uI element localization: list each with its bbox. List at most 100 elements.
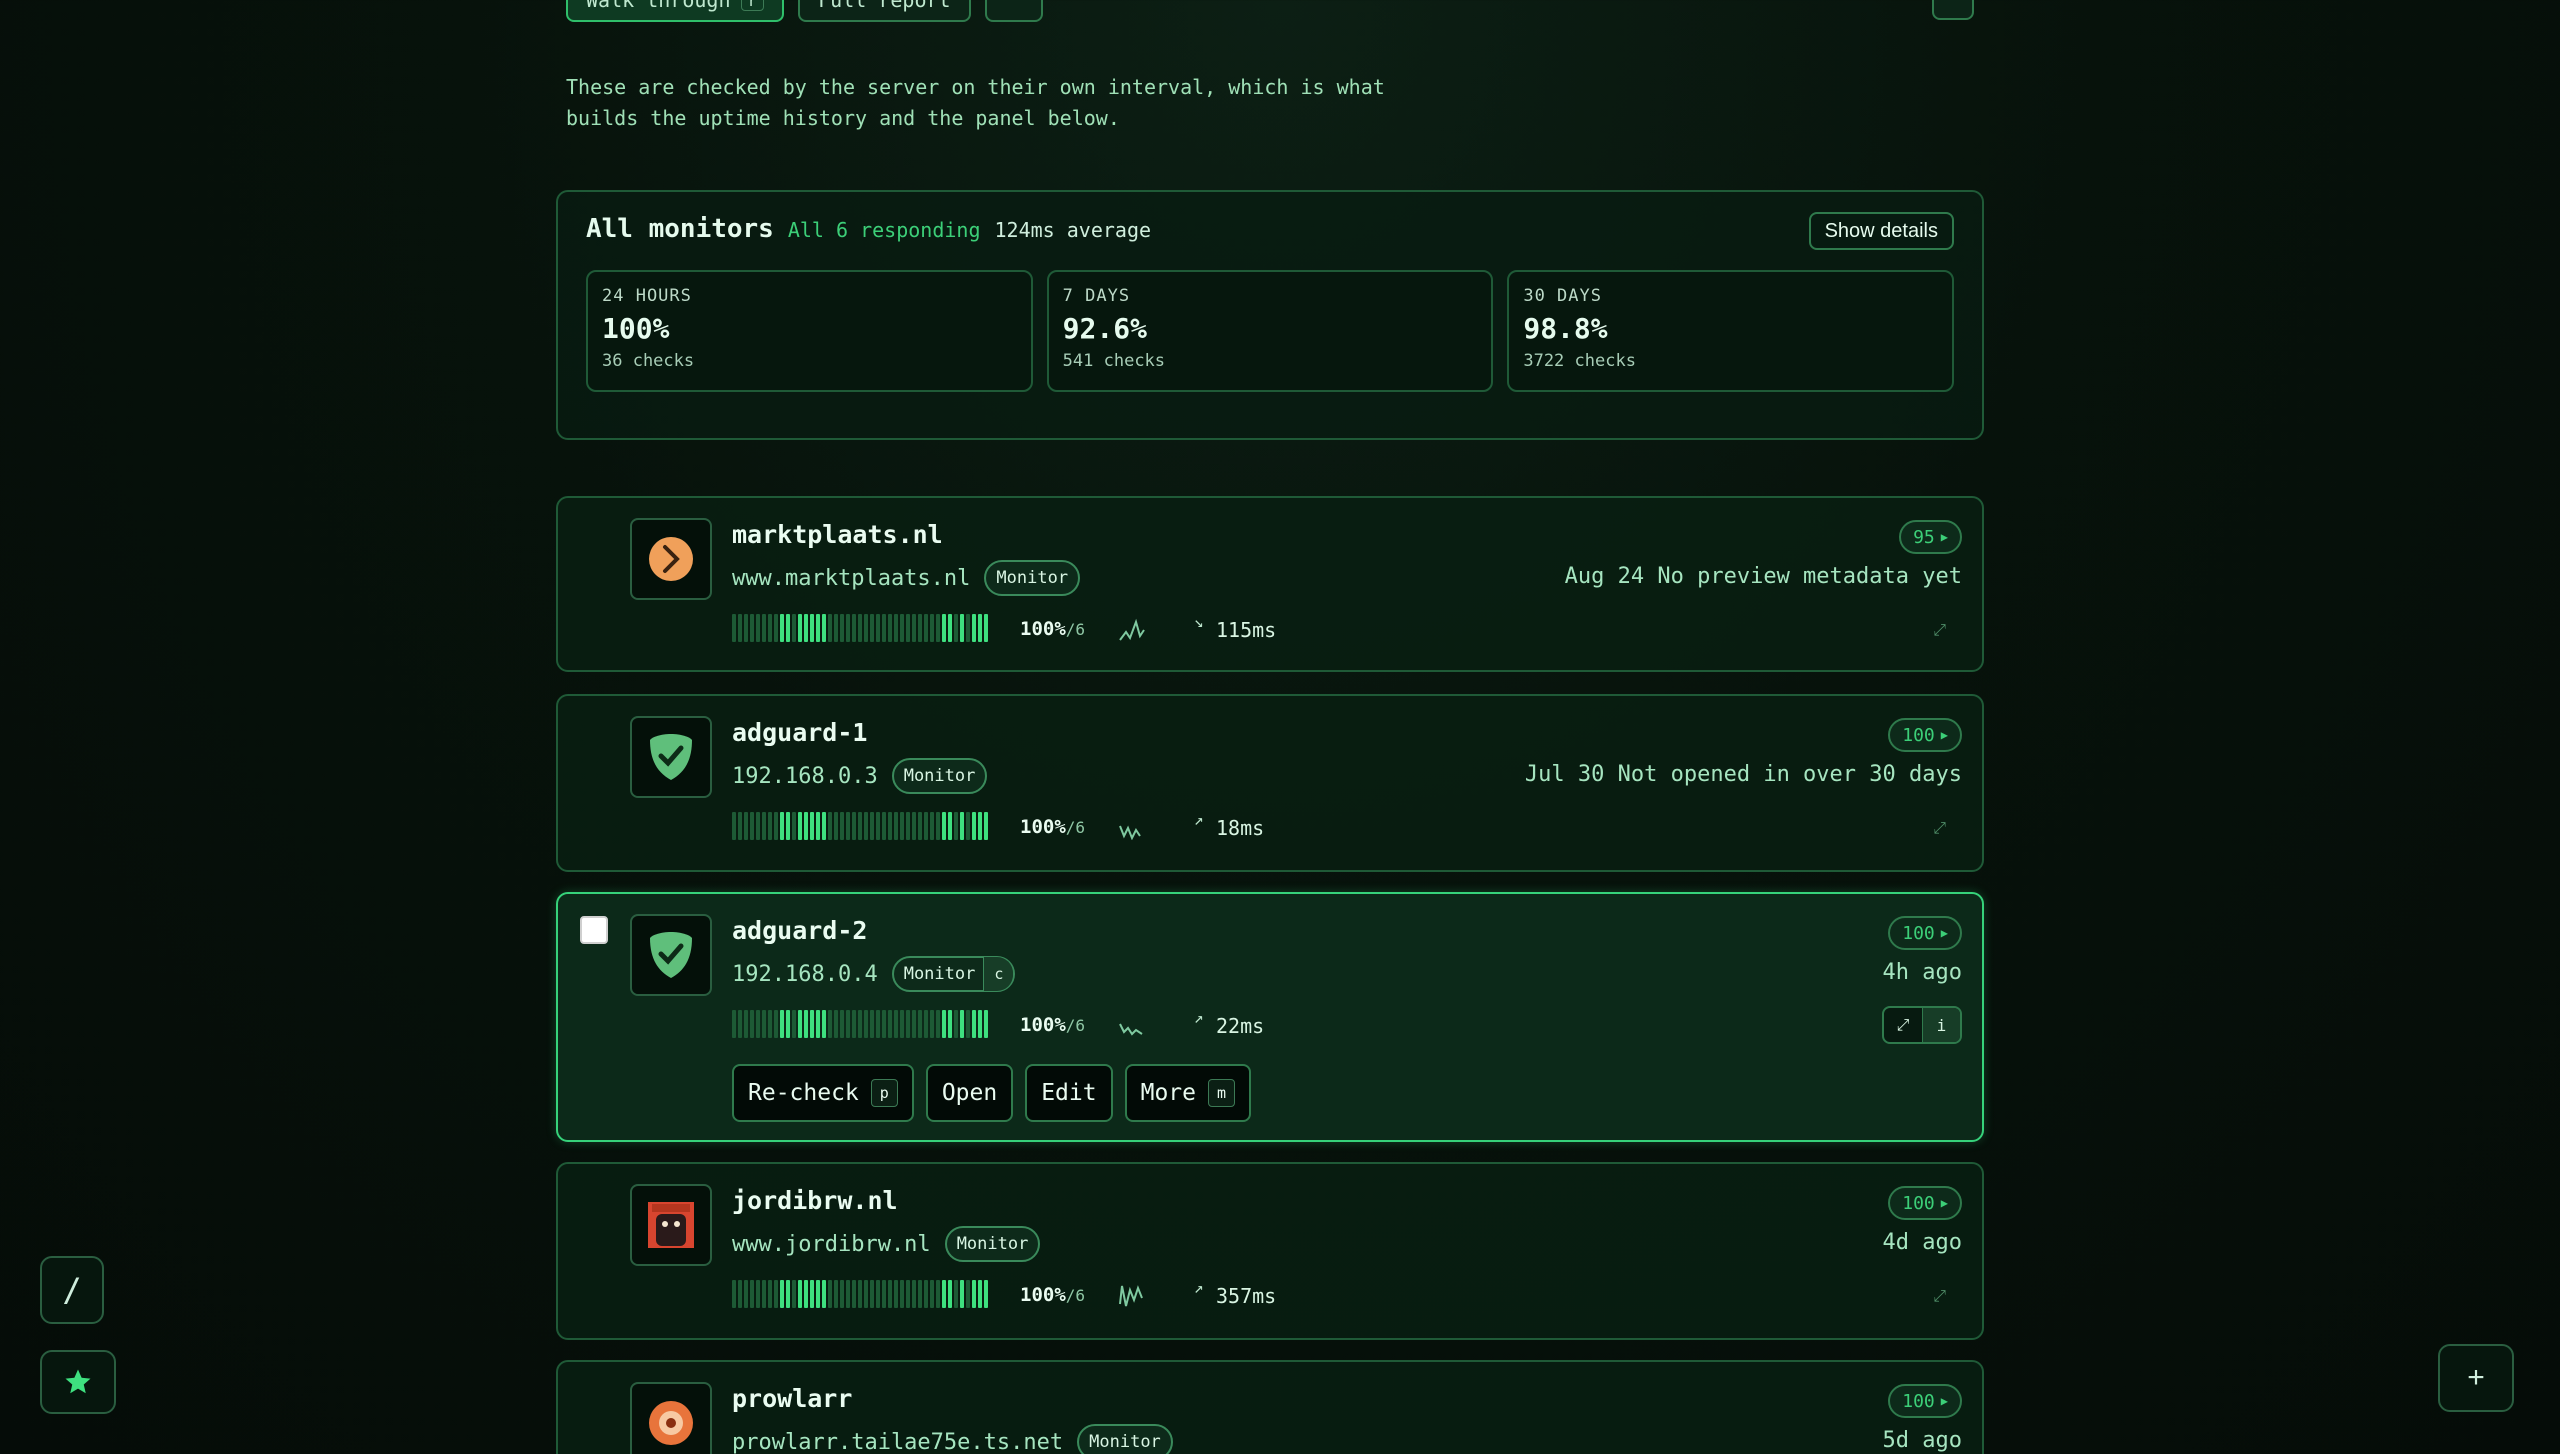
monitor-card-jordibrw[interactable]: jordibrw.nl www.jordibrw.nl Monitor 100%…: [556, 1162, 1984, 1340]
monitor-url[interactable]: 192.168.0.4: [732, 962, 878, 987]
monitor-url[interactable]: www.jordibrw.nl: [732, 1232, 931, 1257]
expand-icon[interactable]: ⤢: [1933, 818, 1946, 838]
uptime-bar: [924, 812, 928, 840]
score-badge[interactable]: 100 ▶: [1888, 916, 1962, 950]
monitor-meta: 4h ago: [1882, 960, 1962, 985]
score-badge[interactable]: 95 ▶: [1899, 520, 1962, 554]
show-details-button[interactable]: Show details: [1808, 212, 1954, 250]
favorites-button[interactable]: [40, 1350, 116, 1414]
uptime-bar: [816, 812, 820, 840]
stat-label: 30 DAYS: [1523, 286, 1602, 306]
monitor-url[interactable]: 192.168.0.3: [732, 764, 878, 789]
monitor-card-prowlarr[interactable]: prowlarr prowlarr.tailae75e.ts.net Monit…: [556, 1360, 1984, 1454]
stats-row: 24 HOURS 100% 36 checks 7 DAYS 92.6% 541…: [586, 270, 1955, 392]
monitor-card-marktplaats[interactable]: marktplaats.nl www.marktplaats.nl Monito…: [556, 496, 1984, 672]
open-button[interactable]: Open: [925, 1064, 1014, 1122]
uptime-bar: [966, 1280, 970, 1308]
uptime-bar: [780, 1010, 784, 1038]
walkthrough-button[interactable]: Walk through r: [566, 0, 785, 22]
uptime-bar: [768, 812, 772, 840]
uptime-bar: [786, 812, 790, 840]
uptime-bar: [810, 1010, 814, 1038]
monitor-card-adguard-1[interactable]: adguard-1 192.168.0.3 Monitor 100%/6 ↗ 1…: [556, 694, 1984, 872]
top-right-button[interactable]: [1932, 0, 1974, 20]
uptime-bar: [918, 614, 922, 642]
uptime-bar: [894, 614, 898, 642]
uptime-bar: [984, 614, 988, 642]
monitor-name: jordibrw.nl: [732, 1186, 898, 1215]
search-shortcut-button[interactable]: /: [40, 1256, 104, 1324]
walkthrough-shortcut: r: [740, 0, 765, 11]
monitor-url[interactable]: www.marktplaats.nl: [732, 566, 970, 591]
uptime-bar: [798, 812, 802, 840]
latency-trend-icon: ↗: [1194, 1278, 1204, 1297]
info-button[interactable]: i: [1922, 1008, 1960, 1042]
uptime-bar: [774, 614, 778, 642]
score-value: 100: [1902, 1192, 1935, 1214]
monitor-url[interactable]: prowlarr.tailae75e.ts.net: [732, 1430, 1063, 1454]
top-toolbar: Walk through r Full report: [566, 0, 1043, 22]
uptime-bar: [780, 1280, 784, 1308]
uptime-bar: [972, 614, 976, 642]
add-monitor-button[interactable]: +: [2438, 1344, 2514, 1412]
uptime-bar: [852, 812, 856, 840]
toolbar-extra-button[interactable]: [984, 0, 1043, 22]
uptime-bar: [822, 614, 826, 642]
latency-value: 357ms: [1216, 1284, 1277, 1308]
score-badge[interactable]: 100 ▶: [1888, 1384, 1962, 1418]
more-label: More: [1140, 1080, 1196, 1106]
monitor-url-row: www.marktplaats.nl Monitor: [732, 560, 1081, 596]
expand-icon[interactable]: ⤢: [1933, 1286, 1946, 1306]
latency-trend-icon: ↗: [1194, 1008, 1204, 1027]
monitor-card-adguard-2[interactable]: adguard-2 192.168.0.4 Monitor c 100%/6 ↗ …: [556, 892, 1984, 1142]
uptime-bar: [750, 1280, 754, 1308]
full-report-button[interactable]: Full report: [798, 0, 971, 22]
uptime-bar: [744, 1010, 748, 1038]
uptime-bar: [732, 614, 736, 642]
expand-icon[interactable]: ⤢: [1884, 1008, 1922, 1042]
uptime-bar: [930, 812, 934, 840]
uptime-bar: [918, 812, 922, 840]
uptime-bar: [756, 1010, 760, 1038]
uptime-bars: [732, 1280, 988, 1308]
uptime-bar: [750, 614, 754, 642]
uptime-bar: [774, 812, 778, 840]
uptime-bar: [756, 1280, 760, 1308]
stat-value: 98.8%: [1523, 312, 1608, 345]
uptime-bar: [888, 1280, 892, 1308]
uptime-bar: [774, 1010, 778, 1038]
uptime-bar: [828, 1010, 832, 1038]
uptime-bar: [924, 1010, 928, 1038]
score-badge[interactable]: 100 ▶: [1888, 1186, 1962, 1220]
uptime-bar: [738, 1280, 742, 1308]
monitor-name: adguard-1: [732, 718, 868, 747]
uptime-bar: [966, 1010, 970, 1038]
uptime-bar: [762, 1010, 766, 1038]
uptime-bar: [984, 1280, 988, 1308]
uptime-percent: 100%: [1020, 816, 1066, 838]
uptime-bar: [732, 812, 736, 840]
uptime-bar: [900, 812, 904, 840]
expand-icon[interactable]: ⤢: [1933, 620, 1946, 640]
edit-label: Edit: [1041, 1080, 1097, 1106]
latency-value: 18ms: [1216, 816, 1265, 840]
play-icon: ▶: [1940, 530, 1948, 544]
select-checkbox[interactable]: [580, 916, 608, 944]
jordibrw-avatar-icon: [630, 1184, 712, 1266]
monitor-badge[interactable]: Monitor c: [891, 956, 1016, 992]
uptime-bar: [948, 614, 952, 642]
uptime-bar: [948, 1010, 952, 1038]
uptime-bar: [978, 1010, 982, 1038]
uptime-bar: [858, 1010, 862, 1038]
uptime-bar: [774, 1280, 778, 1308]
play-icon: ▶: [1940, 728, 1948, 742]
score-value: 100: [1902, 724, 1935, 746]
uptime-bar: [804, 614, 808, 642]
edit-button[interactable]: Edit: [1025, 1064, 1113, 1122]
uptime-bar: [972, 1280, 976, 1308]
more-button[interactable]: More m: [1124, 1064, 1252, 1122]
uptime-count: /6: [1065, 818, 1086, 837]
recheck-button[interactable]: Re-check p: [732, 1064, 914, 1122]
uptime-percent: 100%: [1020, 618, 1066, 640]
score-badge[interactable]: 100 ▶: [1888, 718, 1962, 752]
